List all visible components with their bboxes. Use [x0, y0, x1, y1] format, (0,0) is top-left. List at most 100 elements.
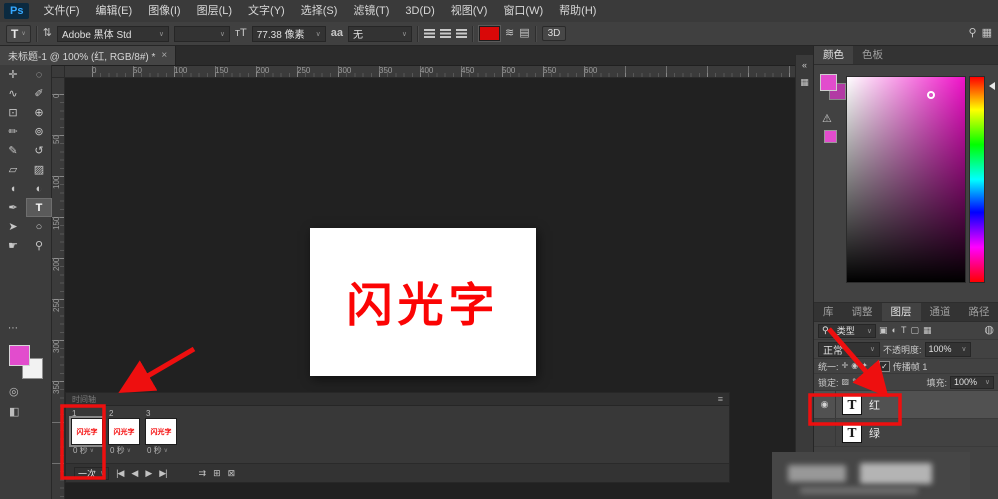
text-orientation-icon[interactable]: ⇅	[43, 28, 52, 39]
workspace-switcher-icon[interactable]: ▦	[982, 28, 992, 39]
gradient-tool[interactable]: ▨	[26, 160, 52, 179]
visibility-toggle[interactable]: ◉	[814, 391, 836, 418]
lock-position-icon[interactable]: ✛	[862, 378, 869, 386]
saturation-brightness-field[interactable]	[846, 76, 966, 283]
color-picker-marker[interactable]	[927, 91, 935, 99]
animation-frame[interactable]: 2 闪光字 0 秒 ∨	[108, 409, 142, 456]
lock-all-icon[interactable]: ⚷	[871, 378, 877, 386]
align-center-button[interactable]	[440, 29, 451, 38]
panel-tab[interactable]: 色板	[853, 46, 892, 64]
visibility-toggle[interactable]	[814, 419, 836, 446]
ellipse-tool[interactable]: ○	[26, 217, 52, 236]
3d-button[interactable]: 3D	[542, 26, 567, 41]
eraser-tool[interactable]: ▱	[0, 160, 26, 179]
document-canvas[interactable]: 闪光字	[310, 228, 536, 376]
hand-tool[interactable]: ☛	[0, 236, 26, 255]
anti-alias-select[interactable]: 无 ∨	[348, 26, 412, 42]
history-brush-tool[interactable]: ↺	[26, 141, 52, 160]
font-family-select[interactable]: Adobe 黑体 Std ∨	[57, 26, 169, 42]
blend-mode-select[interactable]: 正常 ∨	[818, 342, 880, 357]
hue-slider[interactable]	[969, 76, 985, 283]
web-color-swatch[interactable]	[824, 130, 837, 143]
panel-tab[interactable]: 图层	[882, 303, 921, 321]
menu-item[interactable]: 帮助(H)	[551, 0, 604, 22]
layer-row[interactable]: T 绿	[814, 419, 998, 447]
lock-pixels-icon[interactable]: ✎	[852, 378, 859, 386]
panel-tab[interactable]: 调整	[843, 303, 882, 321]
panel-tab[interactable]: 通道	[921, 303, 960, 321]
marquee-tool[interactable]: ◌	[26, 65, 52, 84]
pencil-tool[interactable]: ✏	[0, 122, 26, 141]
font-style-select[interactable]: ∨	[174, 26, 230, 42]
play-button[interactable]: ▶	[145, 468, 151, 479]
smart-object-filter-icon[interactable]: ▦	[923, 326, 932, 335]
lock-transparency-icon[interactable]: ▨	[842, 378, 850, 386]
layer-filter-select[interactable]: ⚲ 类型 ∨	[818, 324, 876, 338]
crop-tool[interactable]: ⊡	[0, 103, 26, 122]
align-left-button[interactable]	[424, 29, 435, 38]
close-tab-icon[interactable]: ×	[161, 50, 167, 61]
text-color-swatch[interactable]	[479, 26, 500, 41]
panel-menu-icon[interactable]: ≡	[718, 394, 723, 404]
dodge-tool[interactable]: ◐	[26, 179, 52, 198]
eyedropper-tool[interactable]: ✐	[26, 84, 52, 103]
warp-text-icon[interactable]: ≋	[505, 28, 514, 39]
loop-options-select[interactable]: 一次 ∨	[74, 467, 109, 480]
menu-item[interactable]: 滤镜(T)	[345, 0, 397, 22]
horizontal-ruler[interactable]: 050100150200250300350400450500550600	[65, 65, 795, 78]
foreground-color-swatch[interactable]	[9, 345, 30, 366]
panel-tab[interactable]: 库	[814, 303, 843, 321]
align-right-button[interactable]	[456, 29, 467, 38]
menu-item[interactable]: 图像(I)	[140, 0, 188, 22]
panel-tab[interactable]: 颜色	[814, 46, 853, 64]
delete-frame-button[interactable]: ⊠	[228, 468, 235, 479]
vertical-ruler[interactable]: 050100150200250300350	[52, 78, 65, 499]
frame-delay-select[interactable]: 0 秒 ∨	[71, 445, 105, 456]
zoom-tool[interactable]: ⚲	[26, 236, 52, 255]
pixel-layer-filter-icon[interactable]: ▣	[879, 326, 888, 335]
tool-preset-picker[interactable]: T ∨	[6, 25, 31, 43]
first-frame-button[interactable]: |◀	[116, 468, 123, 479]
menu-item[interactable]: 图层(L)	[189, 0, 240, 22]
blur-tool[interactable]: ◖	[0, 179, 26, 198]
search-icon[interactable]: ⚲	[969, 28, 977, 39]
pen-tool[interactable]: ✒	[0, 198, 26, 217]
menu-item[interactable]: 文字(Y)	[240, 0, 293, 22]
unify-style-icon[interactable]: ✦	[861, 362, 868, 370]
panel-tab[interactable]: 路径	[960, 303, 998, 321]
path-selection-tool[interactable]: ➤	[0, 217, 26, 236]
adjustment-layer-filter-icon[interactable]: ◐	[892, 326, 897, 335]
filter-toggle-icon[interactable]: ◍	[984, 325, 994, 336]
gamut-warning-icon[interactable]: ⚠	[822, 112, 832, 125]
previous-frame-button[interactable]: ◀	[131, 468, 137, 479]
animation-frame[interactable]: 3 闪光字 0 秒 ∨	[145, 409, 179, 456]
document-tab[interactable]: 未标题-1 @ 100% (红, RGB/8#) * ×	[0, 46, 176, 65]
lasso-tool[interactable]: ∿	[0, 84, 26, 103]
move-tool[interactable]: ✛	[0, 65, 26, 84]
duplicate-frame-button[interactable]: ⊞	[213, 468, 220, 479]
font-size-select[interactable]: 77.38 像素 ∨	[252, 26, 326, 42]
hue-slider-marker[interactable]	[985, 82, 995, 90]
menu-item[interactable]: 视图(V)	[443, 0, 496, 22]
menu-item[interactable]: 选择(S)	[293, 0, 346, 22]
opacity-select[interactable]: 100% ∨	[925, 342, 971, 357]
shape-layer-filter-icon[interactable]: ▢	[910, 326, 919, 335]
unify-visibility-icon[interactable]: ◉	[851, 362, 858, 370]
healing-brush-tool[interactable]: ⊕	[26, 103, 52, 122]
brush-tool[interactable]: ✎	[0, 141, 26, 160]
menu-item[interactable]: 窗口(W)	[495, 0, 551, 22]
collapse-panels-icon[interactable]: «	[802, 61, 807, 70]
edit-toolbar-icon[interactable]: ⋯	[8, 323, 18, 334]
frame-delay-select[interactable]: 0 秒 ∨	[108, 445, 142, 456]
animation-frame[interactable]: 1 闪光字 0 秒 ∨	[71, 409, 105, 456]
screen-mode-icon[interactable]: ◧	[9, 405, 19, 418]
propagate-frame-checkbox[interactable]: ✓	[879, 361, 890, 372]
type-tool[interactable]: T	[26, 198, 52, 217]
menu-item[interactable]: 编辑(E)	[88, 0, 141, 22]
tween-button[interactable]: ⇉	[199, 468, 206, 479]
clone-stamp-tool[interactable]: ⊚	[26, 122, 52, 141]
fill-select[interactable]: 100% ∨	[950, 376, 994, 389]
foreground-color-swatch[interactable]	[820, 74, 837, 91]
layer-row[interactable]: ◉ T 红	[814, 391, 998, 419]
frame-delay-select[interactable]: 0 秒 ∨	[145, 445, 179, 456]
